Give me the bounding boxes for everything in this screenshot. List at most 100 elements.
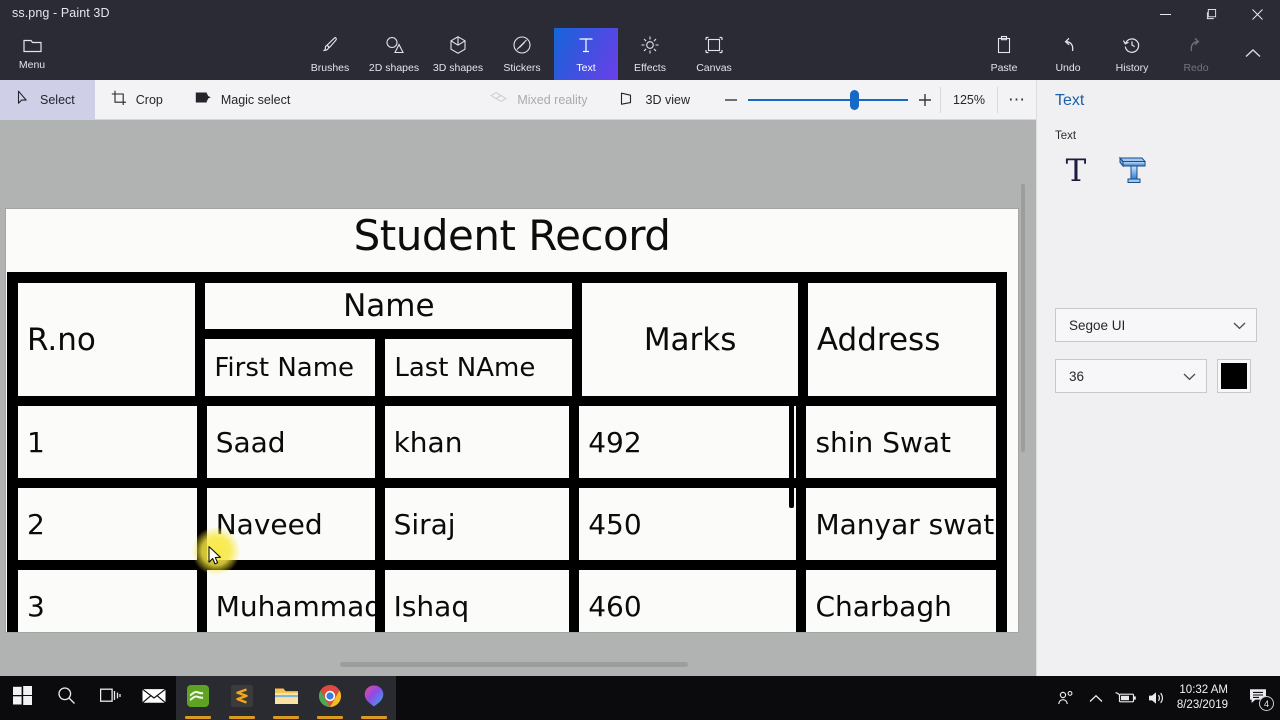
cell-first-name[interactable]: Naveed <box>201 483 380 565</box>
header-first-name: First Name <box>200 334 381 401</box>
header-address: Address <box>802 278 1001 401</box>
undo-button[interactable]: Undo <box>1036 28 1100 80</box>
cell-address[interactable]: Charbagh <box>801 565 1002 632</box>
tool-text-label: Text <box>576 61 596 74</box>
text-caret-artifact <box>789 398 794 508</box>
paint-3d-button[interactable] <box>352 676 396 720</box>
menu-label: Menu <box>18 59 46 71</box>
battery-icon[interactable] <box>1111 676 1141 720</box>
font-size-row: 36 <box>1055 359 1251 393</box>
tool-3d-shapes[interactable]: 3D shapes <box>426 28 490 80</box>
cell-first-name[interactable]: Saad <box>201 401 380 483</box>
header-rno: R.no <box>13 278 201 401</box>
crop-button[interactable]: Crop <box>95 80 179 120</box>
font-size-value: 36 <box>1069 368 1085 384</box>
tool-stickers-label: Stickers <box>503 61 541 74</box>
cell-last-name[interactable]: Siraj <box>379 483 575 565</box>
collapse-ribbon-button[interactable] <box>1232 28 1274 80</box>
cell-first-name[interactable]: Muhammad <box>201 565 380 632</box>
zoom-percent[interactable]: 125% <box>941 93 997 107</box>
cell-marks[interactable]: 450 <box>574 483 802 565</box>
tool-2d-shapes-label: 2D shapes <box>368 61 420 74</box>
undo-label: Undo <box>1055 61 1081 74</box>
tool-effects[interactable]: Effects <box>618 28 682 80</box>
font-size-select[interactable]: 36 <box>1055 359 1207 393</box>
tool-ribbon: Menu Brushes 2D shapes 3D shapes Sticker… <box>0 28 1280 80</box>
chevron-up-icon[interactable] <box>1081 676 1111 720</box>
clock[interactable]: 10:32 AM 8/23/2019 <box>1171 676 1238 720</box>
history-button[interactable]: History <box>1100 28 1164 80</box>
redo-button: Redo <box>1164 28 1228 80</box>
magic-select-button[interactable]: Magic select <box>179 80 306 120</box>
cell-marks[interactable]: 492 <box>574 401 802 483</box>
mail-button[interactable] <box>132 676 176 720</box>
artboard[interactable]: Student Record R.no Name First Name Last… <box>6 209 1018 632</box>
text-kind-group: T <box>1053 148 1155 194</box>
2d-text-button[interactable]: T <box>1053 148 1099 194</box>
text-color-swatch[interactable] <box>1217 359 1251 393</box>
start-button[interactable] <box>0 676 44 720</box>
chrome-button[interactable] <box>308 676 352 720</box>
tool-canvas[interactable]: Canvas <box>682 28 746 80</box>
zoom-slider-thumb[interactable] <box>850 89 859 110</box>
text-icon <box>576 35 596 60</box>
mixed-reality-button: Mixed reality <box>474 80 603 120</box>
chrome-icon <box>318 684 342 713</box>
tool-2d-shapes[interactable]: 2D shapes <box>362 28 426 80</box>
select-button[interactable]: Select <box>0 79 95 120</box>
cell-address[interactable]: shin Swat <box>801 401 1002 483</box>
student-record-table: R.no Name First Name Last NAme Marks Add… <box>7 272 1007 632</box>
mail-icon <box>142 687 166 710</box>
table-row: 3 Muhammad Ishaq 460 Charbagh <box>13 565 1002 632</box>
cell-last-name[interactable]: Ishaq <box>379 565 575 632</box>
tool-text[interactable]: Text <box>554 28 618 80</box>
clock-time: 10:32 AM <box>1179 684 1228 696</box>
cell-last-name[interactable]: khan <box>379 401 575 483</box>
zoom-slider[interactable] <box>748 85 908 115</box>
zoom-out-button[interactable] <box>716 85 746 115</box>
cell-address[interactable]: Manyar swat <box>801 483 1002 565</box>
3d-shapes-icon <box>448 35 468 60</box>
task-view-button[interactable] <box>88 676 132 720</box>
canvas-vertical-scrollbar[interactable] <box>1021 184 1025 452</box>
more-options-button[interactable]: ⋯ <box>998 85 1036 115</box>
volume-icon[interactable] <box>1141 676 1171 720</box>
2d-shapes-icon <box>384 35 404 60</box>
whatsapp-button[interactable] <box>176 676 220 720</box>
notification-center-button[interactable]: 4 <box>1238 676 1280 720</box>
cell-rno[interactable]: 3 <box>13 565 202 632</box>
3d-view-icon <box>620 91 637 109</box>
zoom-control <box>716 85 940 115</box>
canvas-area[interactable]: Student Record R.no Name First Name Last… <box>0 120 1036 676</box>
cell-rno[interactable]: 2 <box>13 483 202 565</box>
tool-brushes[interactable]: Brushes <box>298 28 362 80</box>
menu-button[interactable]: Menu <box>8 28 56 80</box>
paste-button[interactable]: Paste <box>972 28 1036 80</box>
search-icon <box>57 686 76 710</box>
cell-rno[interactable]: 1 <box>13 401 202 483</box>
tool-stickers[interactable]: Stickers <box>490 28 554 80</box>
people-icon[interactable] <box>1051 676 1081 720</box>
search-button[interactable] <box>44 676 88 720</box>
minimize-button[interactable] <box>1142 0 1188 28</box>
chevron-up-icon <box>1245 45 1261 63</box>
task-view-icon <box>99 687 121 710</box>
crop-label: Crop <box>135 92 163 107</box>
3d-view-button[interactable]: 3D view <box>604 80 706 120</box>
sublime-text-button[interactable] <box>220 676 264 720</box>
cell-marks[interactable]: 460 <box>574 565 802 632</box>
mixed-reality-label: Mixed reality <box>517 92 588 107</box>
zoom-in-button[interactable] <box>910 85 940 115</box>
file-explorer-button[interactable] <box>264 676 308 720</box>
chevron-down-icon <box>1233 318 1246 333</box>
3d-text-button[interactable] <box>1109 148 1155 194</box>
magic-select-icon <box>195 90 212 109</box>
close-button[interactable] <box>1234 0 1280 28</box>
document-title: Student Record <box>353 211 671 260</box>
canvas-horizontal-scrollbar[interactable] <box>340 662 688 667</box>
tool-brushes-label: Brushes <box>310 61 350 74</box>
font-family-select[interactable]: Segoe UI <box>1055 308 1257 342</box>
mixed-reality-icon <box>490 91 508 109</box>
maximize-button[interactable] <box>1188 0 1234 28</box>
header-name-group: Name First Name Last NAme <box>200 278 578 401</box>
